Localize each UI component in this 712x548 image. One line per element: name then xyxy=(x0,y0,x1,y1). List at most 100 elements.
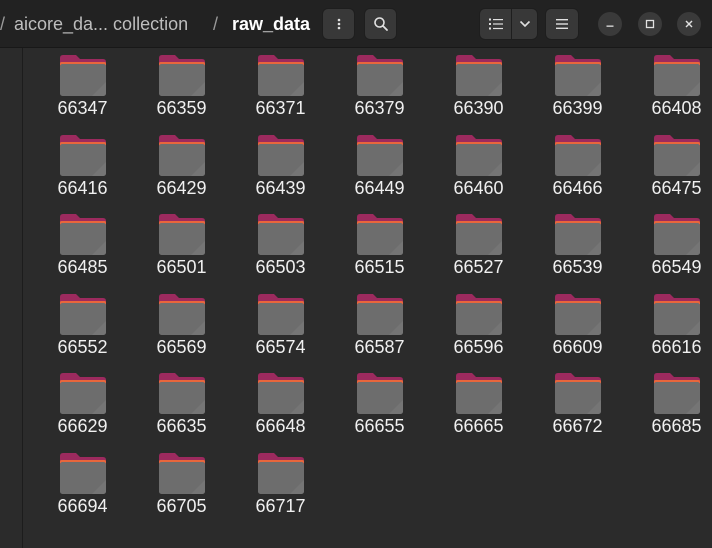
folder-item[interactable]: 66501 xyxy=(132,212,231,292)
folder-name: 66635 xyxy=(156,416,207,437)
list-view-button[interactable] xyxy=(479,8,512,40)
folder-icon xyxy=(59,55,106,96)
folder-name: 66655 xyxy=(354,416,405,437)
folder-icon xyxy=(257,373,304,415)
file-manager-window: / aicore_da... collection / raw_data 663… xyxy=(0,0,712,548)
folder-item[interactable]: 66359 xyxy=(132,53,231,133)
folder-icon xyxy=(158,293,205,335)
folder-icon xyxy=(356,55,403,96)
folder-name: 66609 xyxy=(552,336,603,357)
vertical-dots-icon xyxy=(337,18,340,30)
folder-icon xyxy=(59,293,106,335)
folder-icon xyxy=(257,134,304,176)
folder-name: 66347 xyxy=(57,98,108,118)
folder-icon xyxy=(554,134,601,176)
folder-item[interactable]: 66416 xyxy=(33,133,132,213)
folder-name: 66390 xyxy=(453,98,504,118)
folder-name: 66587 xyxy=(354,336,405,357)
folder-item[interactable]: 66629 xyxy=(33,371,132,451)
search-button[interactable] xyxy=(364,8,397,40)
folder-item[interactable]: 66655 xyxy=(330,371,429,451)
folder-item[interactable]: 66439 xyxy=(231,133,330,213)
folder-item[interactable]: 66515 xyxy=(330,212,429,292)
folder-icon xyxy=(158,373,205,415)
folder-item[interactable]: 66717 xyxy=(231,451,330,531)
folder-icon xyxy=(554,214,601,256)
folder-item[interactable]: 66539 xyxy=(528,212,627,292)
folder-item[interactable]: 66569 xyxy=(132,292,231,372)
folder-icon xyxy=(59,134,106,176)
folder-item[interactable]: 66648 xyxy=(231,371,330,451)
folder-item[interactable]: 66672 xyxy=(528,371,627,451)
folder-item[interactable]: 66635 xyxy=(132,371,231,451)
minimize-button[interactable] xyxy=(598,12,622,36)
folder-item[interactable]: 66665 xyxy=(429,371,528,451)
folder-name: 66527 xyxy=(453,257,504,278)
folder-icon xyxy=(455,134,502,176)
folder-name: 66501 xyxy=(156,257,207,278)
folder-item[interactable]: 66371 xyxy=(231,53,330,133)
folder-name: 66371 xyxy=(255,98,306,118)
folder-icon xyxy=(554,293,601,335)
sidebar-edge xyxy=(0,48,23,548)
folder-item[interactable]: 66549 xyxy=(627,212,712,292)
folder-icon xyxy=(59,373,106,415)
folder-name: 66503 xyxy=(255,257,306,278)
header-bar: / aicore_da... collection / raw_data xyxy=(0,0,712,48)
folder-item[interactable]: 66347 xyxy=(33,53,132,133)
breadcrumb-current[interactable]: raw_data xyxy=(232,11,310,37)
folder-name: 66672 xyxy=(552,416,603,437)
folder-name: 66705 xyxy=(156,495,207,516)
folder-icon xyxy=(257,452,304,494)
folder-name: 66449 xyxy=(354,177,405,198)
folder-item[interactable]: 66399 xyxy=(528,53,627,133)
folder-item[interactable]: 66616 xyxy=(627,292,712,372)
folder-name: 66429 xyxy=(156,177,207,198)
folder-item[interactable]: 66379 xyxy=(330,53,429,133)
folder-item[interactable]: 66527 xyxy=(429,212,528,292)
folder-name: 66717 xyxy=(255,495,306,516)
folder-name: 66569 xyxy=(156,336,207,357)
folder-item[interactable]: 66685 xyxy=(627,371,712,451)
folder-icon xyxy=(653,293,700,335)
folder-icon xyxy=(158,452,205,494)
folder-item[interactable]: 66449 xyxy=(330,133,429,213)
folder-view[interactable]: 66347 66359 66371 66379 66390 66399 6640… xyxy=(24,48,712,548)
close-button[interactable] xyxy=(677,12,701,36)
folder-item[interactable]: 66574 xyxy=(231,292,330,372)
folder-item[interactable]: 66429 xyxy=(132,133,231,213)
folder-item[interactable]: 66587 xyxy=(330,292,429,372)
folder-icon xyxy=(158,134,205,176)
main-menu-button[interactable] xyxy=(545,8,579,40)
folder-name: 66515 xyxy=(354,257,405,278)
maximize-button[interactable] xyxy=(638,12,662,36)
folder-item[interactable]: 66694 xyxy=(33,451,132,531)
folder-name: 66629 xyxy=(57,416,108,437)
folder-icon xyxy=(653,55,700,96)
folder-item[interactable]: 66503 xyxy=(231,212,330,292)
folder-item[interactable]: 66466 xyxy=(528,133,627,213)
folder-icon xyxy=(59,214,106,256)
folder-name: 66466 xyxy=(552,177,603,198)
breadcrumb-parent[interactable]: aicore_da... collection xyxy=(14,11,188,37)
folder-name: 66460 xyxy=(453,177,504,198)
breadcrumb-separator: / xyxy=(213,14,219,34)
folder-item[interactable]: 66705 xyxy=(132,451,231,531)
folder-name: 66648 xyxy=(255,416,306,437)
folder-item[interactable]: 66408 xyxy=(627,53,712,133)
folder-name: 66616 xyxy=(651,336,702,357)
folder-item[interactable]: 66552 xyxy=(33,292,132,372)
folder-item[interactable]: 66475 xyxy=(627,133,712,213)
folder-icon xyxy=(356,293,403,335)
path-menu-button[interactable] xyxy=(322,8,355,40)
close-icon xyxy=(685,20,693,28)
folder-name: 66574 xyxy=(255,336,306,357)
view-options-button[interactable] xyxy=(511,8,538,40)
folder-name: 66552 xyxy=(57,336,108,357)
folder-item[interactable]: 66460 xyxy=(429,133,528,213)
folder-name: 66359 xyxy=(156,98,207,118)
folder-item[interactable]: 66596 xyxy=(429,292,528,372)
folder-item[interactable]: 66390 xyxy=(429,53,528,133)
folder-item[interactable]: 66609 xyxy=(528,292,627,372)
folder-item[interactable]: 66485 xyxy=(33,212,132,292)
